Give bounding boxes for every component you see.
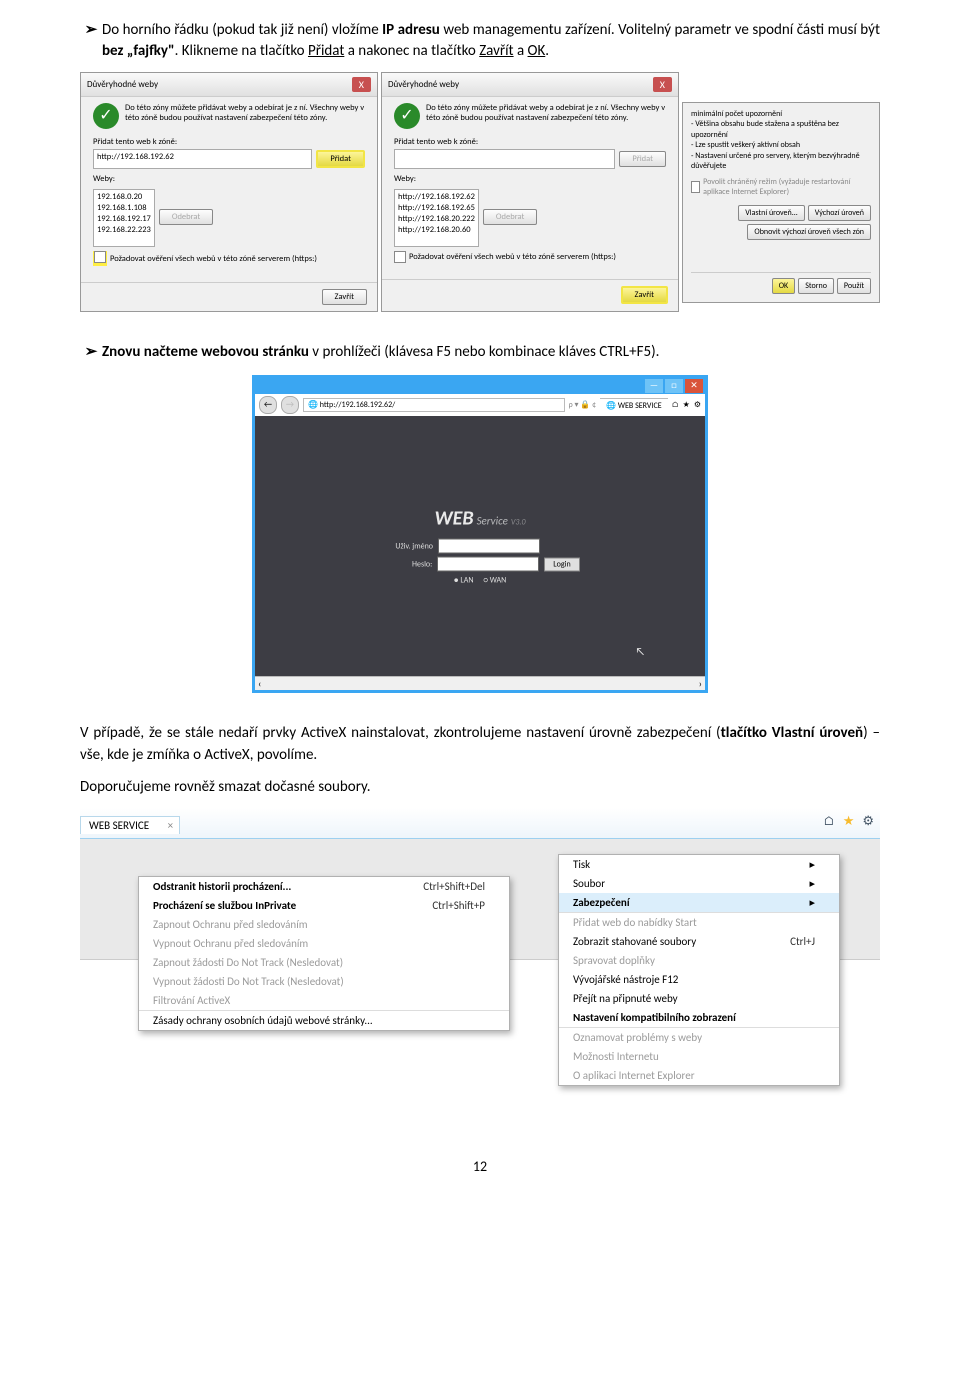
reset-zones-button[interactable]: Obnovit výchozí úroveň všech zón	[747, 224, 871, 240]
login-panel: WEBServiceV3.0 Uživ. jméno Heslo: Login …	[355, 507, 605, 586]
https-checkbox-label: Požadovat ověření všech webů v této zóně…	[110, 254, 317, 264]
https-checkbox[interactable]	[94, 251, 106, 263]
menu-item[interactable]: Možnosti Internetu	[559, 1047, 839, 1066]
favorites-icon[interactable]: ★	[843, 814, 855, 829]
menu-item[interactable]: Přidat web do nabídky Start	[559, 912, 839, 932]
bullet-2-text: Znovu načteme webovou stránku v prohlíže…	[102, 342, 659, 363]
star-icon[interactable]: ★	[683, 400, 690, 410]
menu-item[interactable]: Přejít na připnuté weby	[559, 989, 839, 1008]
maximize-icon[interactable]: □	[665, 379, 683, 393]
websites-label: Weby:	[93, 174, 365, 184]
menu-item[interactable]: Vypnout žádosti Do Not Track (Nesledovat…	[139, 972, 509, 991]
password-input[interactable]	[437, 557, 539, 572]
minimize-icon[interactable]: —	[645, 379, 663, 393]
site-url-input[interactable]	[394, 149, 615, 169]
paragraph-activex: V případě, že se stále nedaří prvky Acti…	[80, 723, 880, 767]
protected-mode-checkbox[interactable]	[691, 181, 700, 193]
gear-icon[interactable]: ⚙	[862, 814, 874, 829]
paragraph-cache: Doporučujeme rovněž smazat dočasné soubo…	[80, 777, 880, 799]
web-service-screenshot: — □ ✕ ← → 🌐 http://192.168.192.62/ ρ ▾ 🔒…	[252, 375, 708, 693]
cursor-icon: ↖	[635, 645, 645, 658]
add-button[interactable]: Přidat	[316, 150, 365, 168]
web-service-logo: WEBServiceV3.0	[355, 507, 605, 531]
remove-button[interactable]: Odebrat	[159, 209, 213, 225]
protected-mode-label: Povolit chráněný režim (vyžaduje restart…	[703, 177, 871, 197]
menu-item[interactable]: Tisk▸	[559, 855, 839, 874]
dialog-title: Důvěryhodné weby	[87, 79, 158, 90]
add-site-label: Přidat tento web k zóně:	[93, 137, 365, 147]
menu-item[interactable]: Vypnout Ochranu před sledováním	[139, 934, 509, 953]
bullet-1-text: Do horního řádku (pokud tak již není) vl…	[102, 20, 880, 62]
custom-level-button[interactable]: Vlastní úroveň...	[738, 205, 805, 221]
home-icon[interactable]: ⌂	[672, 400, 679, 410]
menu-item[interactable]: Zapnout Ochranu před sledováním	[139, 915, 509, 934]
close-icon[interactable]: ✕	[685, 379, 703, 393]
username-label: Uživ. jméno	[381, 541, 433, 551]
menu-item[interactable]: Zásady ochrany osobních údajů webové str…	[139, 1010, 509, 1030]
ie-menu-screenshot: WEB SERVICE× ⌂ ★ ⚙ Tisk▸Soubor▸Zabezpeče…	[80, 808, 880, 1108]
dialog-info-text: Do této zóny můžete přidávat weby a odeb…	[125, 103, 365, 129]
gear-icon[interactable]: ⚙	[694, 400, 701, 410]
menu-item[interactable]: Vývojářské nástroje F12	[559, 970, 839, 989]
https-checkbox-label: Požadovat ověření všech webů v této zóně…	[409, 252, 616, 262]
bullet-2: ➢ Znovu načteme webovou stránku v prohlí…	[80, 342, 880, 363]
apply-button[interactable]: Použít	[837, 278, 871, 294]
add-site-label: Přidat tento web k zóně:	[394, 137, 666, 147]
websites-label: Weby:	[394, 174, 666, 184]
bullet-arrow-icon: ➢	[80, 342, 102, 363]
browser-tab[interactable]: 🌐 WEB SERVICE	[600, 398, 668, 413]
bullet-arrow-icon: ➢	[80, 20, 102, 62]
menu-item[interactable]: Zabezpečení▸	[559, 893, 839, 912]
lan-radio[interactable]: ● LAN	[454, 576, 474, 586]
site-url-input[interactable]: http://192.168.192.62	[93, 149, 312, 169]
page-number: 12	[80, 1158, 880, 1175]
menu-item[interactable]: Oznamovat problémy s weby	[559, 1027, 839, 1047]
websites-list[interactable]: 192.168.0.20 192.168.1.108 192.168.192.1…	[93, 189, 155, 247]
close-button[interactable]: Zavřít	[621, 286, 668, 304]
back-icon[interactable]: ←	[259, 396, 277, 414]
browser-tab[interactable]: WEB SERVICE×	[80, 816, 180, 834]
bullet-1: ➢ Do horního řádku (pokud tak již není) …	[80, 20, 880, 62]
close-button[interactable]: Zavřít	[322, 289, 367, 305]
menu-item[interactable]: Odstranit historii procházení...Ctrl+Shi…	[139, 877, 509, 896]
wan-radio[interactable]: ○ WAN	[484, 576, 507, 586]
menu-item[interactable]: Zapnout žádosti Do Not Track (Nesledovat…	[139, 953, 509, 972]
tools-menu[interactable]: Tisk▸Soubor▸Zabezpečení▸Přidat web do na…	[558, 854, 840, 1086]
cancel-button[interactable]: Storno	[798, 278, 834, 294]
menu-item[interactable]: Procházení se službou InPrivateCtrl+Shif…	[139, 896, 509, 915]
address-bar[interactable]: 🌐 http://192.168.192.62/	[303, 398, 565, 412]
menu-item[interactable]: Zobrazit stahované souboryCtrl+J	[559, 932, 839, 951]
home-icon[interactable]: ⌂	[823, 814, 834, 829]
username-input[interactable]	[438, 539, 540, 554]
tab-close-icon[interactable]: ×	[168, 819, 173, 832]
menu-item[interactable]: Soubor▸	[559, 874, 839, 893]
security-description: minimální počet upozornění - Většina obs…	[691, 109, 871, 171]
dialog-title: Důvěryhodné weby	[388, 79, 459, 90]
close-icon[interactable]: X	[653, 77, 672, 92]
menu-item[interactable]: Spravovat doplňky	[559, 951, 839, 970]
checkmark-icon: ✓	[93, 103, 119, 129]
add-button[interactable]: Přidat	[619, 151, 666, 167]
close-icon[interactable]: X	[352, 77, 371, 92]
default-level-button[interactable]: Výchozí úroveň	[808, 205, 871, 221]
login-button[interactable]: Login	[544, 557, 579, 571]
dialog-info-text: Do této zóny můžete přidávat weby a odeb…	[426, 103, 666, 129]
trusted-sites-dialog-right: Důvěryhodné weby X ✓ Do této zóny můžete…	[381, 72, 679, 312]
trusted-sites-dialog-left: Důvěryhodné weby X ✓ Do této zóny můžete…	[80, 72, 378, 312]
security-level-pane: minimální počet upozornění - Většina obs…	[682, 102, 880, 303]
menu-item[interactable]: O aplikaci Internet Explorer	[559, 1066, 839, 1085]
ok-button[interactable]: OK	[772, 278, 795, 294]
password-label: Heslo:	[380, 559, 432, 569]
menu-item[interactable]: Filtrování ActiveX	[139, 991, 509, 1010]
dialogs-screenshot: Důvěryhodné weby X ✓ Do této zóny můžete…	[80, 72, 880, 312]
security-submenu[interactable]: Odstranit historii procházení...Ctrl+Shi…	[138, 876, 510, 1031]
checkmark-icon: ✓	[394, 103, 420, 129]
websites-list[interactable]: http://192.168.192.62 http://192.168.192…	[394, 189, 479, 247]
forward-icon[interactable]: →	[281, 396, 299, 414]
https-checkbox[interactable]	[394, 251, 406, 263]
menu-item[interactable]: Nastavení kompatibilního zobrazení	[559, 1008, 839, 1027]
remove-button[interactable]: Odebrat	[483, 209, 537, 225]
scrollbar[interactable]: ‹›	[255, 676, 705, 690]
